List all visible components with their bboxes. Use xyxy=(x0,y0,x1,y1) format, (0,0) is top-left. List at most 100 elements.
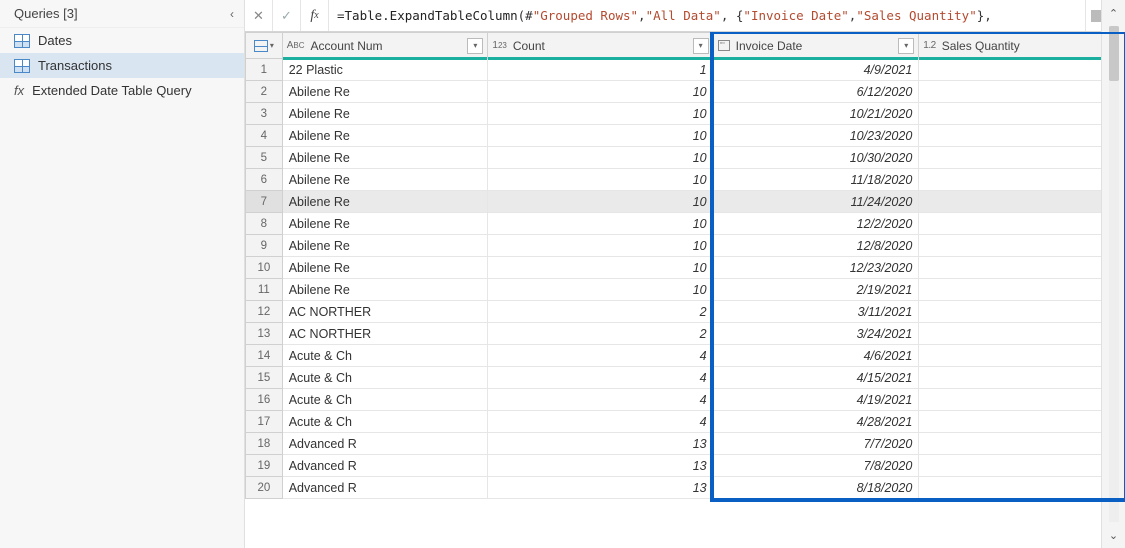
cell-count[interactable]: 10 xyxy=(488,235,713,257)
cell-account[interactable]: Abilene Re xyxy=(282,169,488,191)
cell-account[interactable]: Abilene Re xyxy=(282,235,488,257)
table-row[interactable]: 4Abilene Re1010/23/20201 xyxy=(246,125,1125,147)
cell-count[interactable]: 10 xyxy=(488,169,713,191)
table-row[interactable]: 6Abilene Re1011/18/20201 xyxy=(246,169,1125,191)
filter-dropdown[interactable]: ▾ xyxy=(898,38,914,54)
cell-sales-qty[interactable]: 3 xyxy=(919,433,1125,455)
query-item[interactable]: Dates xyxy=(0,28,244,53)
table-corner[interactable]: ▾ xyxy=(246,33,283,59)
cell-account[interactable]: Abilene Re xyxy=(282,103,488,125)
cell-count[interactable]: 4 xyxy=(488,367,713,389)
cell-account[interactable]: Advanced R xyxy=(282,433,488,455)
cell-account[interactable]: Advanced R xyxy=(282,455,488,477)
cell-invoice-date[interactable]: 6/12/2020 xyxy=(713,81,919,103)
table-row[interactable]: 5Abilene Re1010/30/20201 xyxy=(246,147,1125,169)
cell-sales-qty[interactable]: 1 xyxy=(919,81,1125,103)
row-index[interactable]: 3 xyxy=(246,103,283,125)
cell-count[interactable]: 13 xyxy=(488,433,713,455)
cell-invoice-date[interactable]: 10/21/2020 xyxy=(713,103,919,125)
cell-invoice-date[interactable]: 10/23/2020 xyxy=(713,125,919,147)
cell-count[interactable]: 10 xyxy=(488,147,713,169)
cell-invoice-date[interactable]: 11/24/2020 xyxy=(713,191,919,213)
query-item[interactable]: fxExtended Date Table Query xyxy=(0,78,244,103)
scroll-thumb[interactable] xyxy=(1109,26,1119,81)
cell-sales-qty[interactable]: 1 xyxy=(919,169,1125,191)
cell-invoice-date[interactable]: 4/28/2021 xyxy=(713,411,919,433)
cell-account[interactable]: Abilene Re xyxy=(282,279,488,301)
cell-count[interactable]: 10 xyxy=(488,279,713,301)
cell-account[interactable]: AC NORTHER xyxy=(282,301,488,323)
collapse-pane-icon[interactable]: ‹ xyxy=(230,7,234,21)
cell-count[interactable]: 2 xyxy=(488,301,713,323)
table-row[interactable]: 13AC NORTHER23/24/2021-1 xyxy=(246,323,1125,345)
filter-dropdown[interactable]: ▾ xyxy=(693,38,709,54)
row-index[interactable]: 5 xyxy=(246,147,283,169)
table-row[interactable]: 10Abilene Re1012/23/20201 xyxy=(246,257,1125,279)
cell-invoice-date[interactable]: 10/30/2020 xyxy=(713,147,919,169)
row-index[interactable]: 16 xyxy=(246,389,283,411)
row-index[interactable]: 4 xyxy=(246,125,283,147)
cell-invoice-date[interactable]: 8/18/2020 xyxy=(713,477,919,499)
cell-invoice-date[interactable]: 12/2/2020 xyxy=(713,213,919,235)
cell-invoice-date[interactable]: 4/9/2021 xyxy=(713,59,919,81)
cell-count[interactable]: 4 xyxy=(488,345,713,367)
cell-count[interactable]: 10 xyxy=(488,125,713,147)
cell-account[interactable]: Acute & Ch xyxy=(282,389,488,411)
table-row[interactable]: 8Abilene Re1012/2/20202 xyxy=(246,213,1125,235)
scroll-track[interactable] xyxy=(1109,26,1119,522)
cell-account[interactable]: Abilene Re xyxy=(282,125,488,147)
cell-count[interactable]: 10 xyxy=(488,81,713,103)
cell-account[interactable]: Abilene Re xyxy=(282,213,488,235)
table-row[interactable]: 12AC NORTHER23/11/20211 xyxy=(246,301,1125,323)
cell-sales-qty[interactable]: 1 xyxy=(919,367,1125,389)
scroll-down-button[interactable]: ⌄ xyxy=(1105,526,1123,544)
cell-sales-qty[interactable]: 7 xyxy=(919,59,1125,81)
row-index[interactable]: 1 xyxy=(246,59,283,81)
cell-account[interactable]: 22 Plastic xyxy=(282,59,488,81)
cell-invoice-date[interactable]: 4/6/2021 xyxy=(713,345,919,367)
table-row[interactable]: 2Abilene Re106/12/20201 xyxy=(246,81,1125,103)
cell-count[interactable]: 4 xyxy=(488,389,713,411)
cell-invoice-date[interactable]: 12/8/2020 xyxy=(713,235,919,257)
table-row[interactable]: 9Abilene Re1012/8/20201 xyxy=(246,235,1125,257)
scroll-up-button[interactable]: ⌃ xyxy=(1105,4,1123,22)
table-row[interactable]: 19Advanced R137/8/20205 xyxy=(246,455,1125,477)
cell-account[interactable]: Abilene Re xyxy=(282,147,488,169)
column-header-count[interactable]: 123 Count ▾ xyxy=(488,33,713,59)
table-row[interactable]: 20Advanced R138/18/20207 xyxy=(246,477,1125,499)
cell-count[interactable]: 1 xyxy=(488,59,713,81)
table-row[interactable]: 16Acute & Ch44/19/202125 xyxy=(246,389,1125,411)
row-index[interactable]: 6 xyxy=(246,169,283,191)
cell-account[interactable]: Abilene Re xyxy=(282,81,488,103)
row-index[interactable]: 13 xyxy=(246,323,283,345)
cell-account[interactable]: Acute & Ch xyxy=(282,411,488,433)
cell-sales-qty[interactable]: 1 xyxy=(919,191,1125,213)
cell-invoice-date[interactable]: 12/23/2020 xyxy=(713,257,919,279)
cell-sales-qty[interactable]: 1 xyxy=(919,103,1125,125)
cell-count[interactable]: 13 xyxy=(488,455,713,477)
row-index[interactable]: 20 xyxy=(246,477,283,499)
row-index[interactable]: 8 xyxy=(246,213,283,235)
cancel-formula-button[interactable]: ✕ xyxy=(245,0,273,31)
cell-sales-qty[interactable]: 7 xyxy=(919,477,1125,499)
table-row[interactable]: 7Abilene Re1011/24/20201 xyxy=(246,191,1125,213)
row-index[interactable]: 2 xyxy=(246,81,283,103)
cell-sales-qty[interactable]: 5 xyxy=(919,455,1125,477)
cell-sales-qty[interactable]: 1 xyxy=(919,257,1125,279)
cell-sales-qty[interactable]: -1 xyxy=(919,323,1125,345)
row-index[interactable]: 14 xyxy=(246,345,283,367)
cell-sales-qty[interactable]: 1 xyxy=(919,301,1125,323)
table-row[interactable]: 17Acute & Ch44/28/202110 xyxy=(246,411,1125,433)
cell-count[interactable]: 10 xyxy=(488,103,713,125)
cell-count[interactable]: 13 xyxy=(488,477,713,499)
cell-count[interactable]: 2 xyxy=(488,323,713,345)
cell-invoice-date[interactable]: 7/7/2020 xyxy=(713,433,919,455)
row-index[interactable]: 15 xyxy=(246,367,283,389)
cell-sales-qty[interactable]: 25 xyxy=(919,389,1125,411)
row-index[interactable]: 11 xyxy=(246,279,283,301)
table-row[interactable]: 14Acute & Ch44/6/202120 xyxy=(246,345,1125,367)
query-item[interactable]: Transactions xyxy=(0,53,244,78)
cell-account[interactable]: Abilene Re xyxy=(282,191,488,213)
cell-invoice-date[interactable]: 3/24/2021 xyxy=(713,323,919,345)
vertical-scrollbar[interactable]: ⌃ ⌄ xyxy=(1101,0,1125,548)
